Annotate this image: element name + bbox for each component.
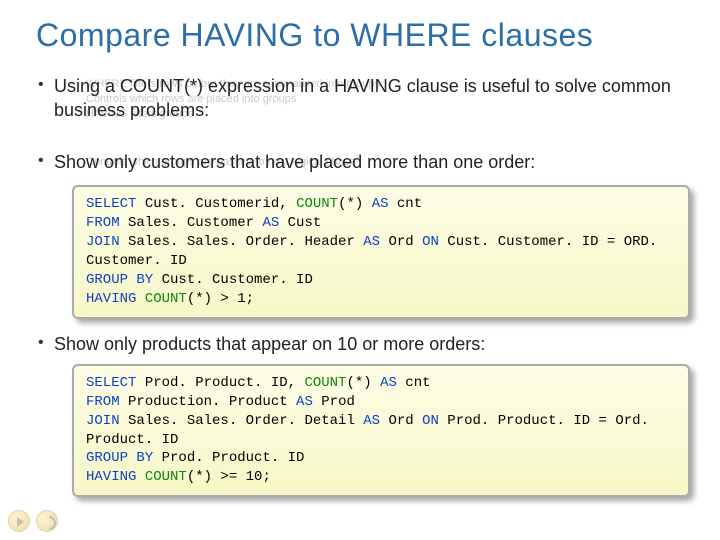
slide-title: Compare HAVING to WHERE clauses: [36, 18, 684, 53]
corner-controls: [8, 510, 58, 532]
bullet-2-text: Show only customers that have placed mor…: [54, 151, 535, 174]
code1-line1: SELECT Cust. Customerid, COUNT(*) AS cnt: [86, 195, 676, 214]
bullet-3-text: Show only products that appear on 10 or …: [54, 334, 485, 354]
bullet-1-overlap: WHERE filters rows before they are summa…: [54, 75, 684, 145]
sql-example-1: SELECT Cust. Customerid, COUNT(*) AS cnt…: [72, 185, 690, 318]
code2-line2: FROM Production. Product AS Prod: [86, 393, 676, 412]
code1-line4: GROUP BY Cust. Customer. ID: [86, 271, 676, 290]
bullet-3: Show only products that appear on 10 or …: [36, 333, 684, 498]
bullet-1: WHERE filters rows before they are summa…: [36, 75, 684, 145]
code2-line3: JOIN Sales. Sales. Order. Detail AS Ord …: [86, 412, 676, 450]
slide: Compare HAVING to WHERE clauses WHERE fi…: [0, 0, 720, 540]
code1-line2: FROM Sales. Customer AS Cust: [86, 214, 676, 233]
code1-line3: JOIN Sales. Sales. Order. Header AS Ord …: [86, 233, 676, 271]
bullet-2-overlap: Controls which groups are passed to next…: [54, 151, 684, 177]
bullet-list: WHERE filters rows before they are summa…: [36, 75, 684, 497]
sound-icon[interactable]: [36, 510, 58, 532]
bullet-2: Controls which groups are passed to next…: [36, 151, 684, 318]
code2-line5: HAVING COUNT(*) >= 10;: [86, 468, 676, 487]
code1-line5: HAVING COUNT(*) > 1;: [86, 290, 676, 309]
sql-example-2: SELECT Prod. Product. ID, COUNT(*) AS cn…: [72, 364, 690, 497]
code2-line4: GROUP BY Prod. Product. ID: [86, 449, 676, 468]
code2-line1: SELECT Prod. Product. ID, COUNT(*) AS cn…: [86, 374, 676, 393]
bullet-1-text: Using a COUNT(*) expression in a HAVING …: [54, 75, 684, 122]
play-icon[interactable]: [8, 510, 30, 532]
